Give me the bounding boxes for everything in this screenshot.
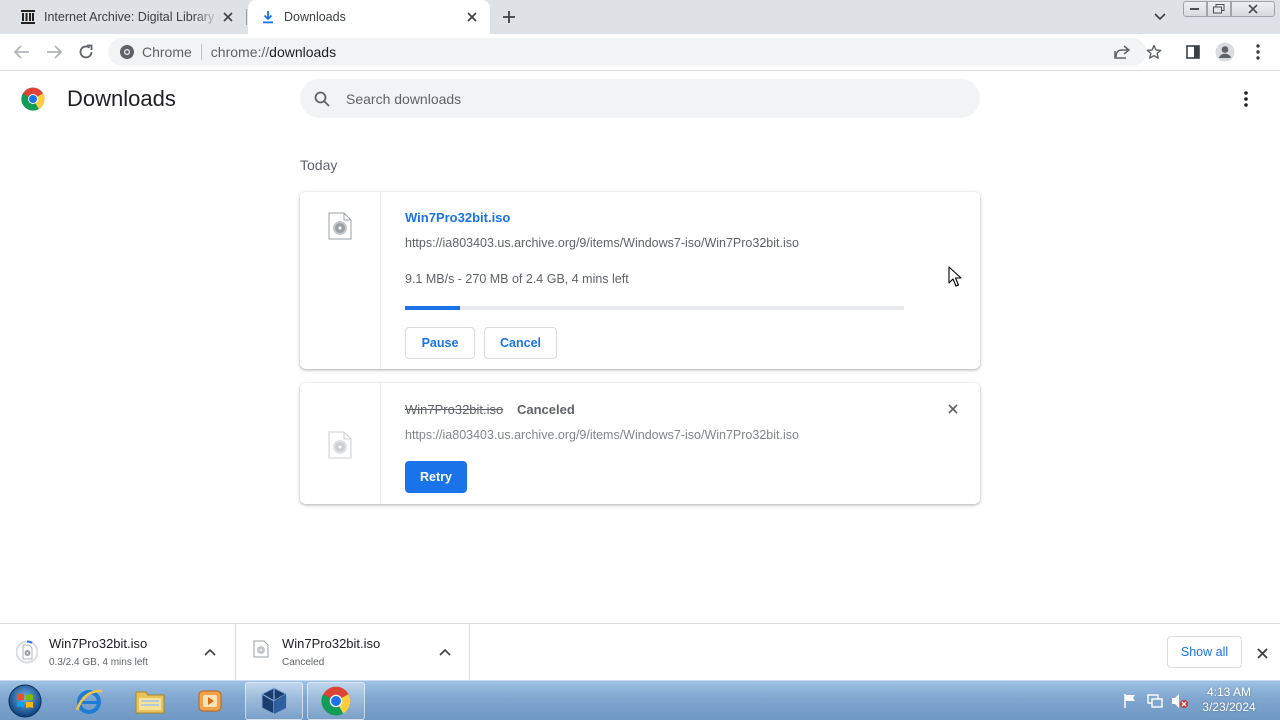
tab-search-chevron-icon[interactable] bbox=[1150, 8, 1170, 26]
download-item-in-progress: Win7Pro32bit.iso https://ia803403.us.arc… bbox=[300, 192, 980, 369]
date-heading: Today bbox=[300, 157, 338, 173]
windows-start-button-icon[interactable] bbox=[6, 683, 44, 719]
close-shelf-icon[interactable] bbox=[1253, 644, 1271, 662]
chevron-up-icon[interactable] bbox=[202, 644, 218, 660]
profile-avatar-icon[interactable] bbox=[1213, 40, 1237, 64]
address-bar[interactable]: Chrome chrome://downloads bbox=[108, 38, 1162, 66]
chrome-logo-icon bbox=[21, 87, 45, 111]
clock-time: 4:13 AM bbox=[1206, 685, 1252, 699]
search-icon bbox=[312, 89, 332, 109]
page-title: Downloads bbox=[67, 86, 176, 111]
reload-icon[interactable] bbox=[74, 40, 98, 64]
new-tab-plus-icon[interactable] bbox=[498, 6, 520, 28]
clock-date: 3/23/2024 bbox=[1202, 700, 1256, 714]
close-tab-icon[interactable] bbox=[220, 9, 236, 25]
shelf-item-status: 0.3/2.4 GB, 4 mins left bbox=[49, 657, 148, 668]
chrome-page-info-icon[interactable] bbox=[118, 43, 136, 61]
tab-internet-archive[interactable]: Internet Archive: Digital Library of Fre… bbox=[8, 0, 246, 34]
download-icon bbox=[260, 9, 276, 25]
back-arrow-icon[interactable] bbox=[10, 40, 34, 64]
browser-menu-kebab-icon[interactable] bbox=[1246, 40, 1270, 64]
archive-icon bbox=[20, 9, 36, 25]
download-source-url[interactable]: https://ia803403.us.archive.org/9/items/… bbox=[405, 428, 799, 442]
disc-file-icon bbox=[328, 431, 352, 459]
disc-file-icon bbox=[253, 640, 275, 664]
disc-file-icon bbox=[15, 640, 39, 664]
tab-title: Downloads bbox=[284, 10, 346, 24]
download-progress-status: 9.1 MB/s - 270 MB of 2.4 GB, 4 mins left bbox=[405, 272, 629, 286]
maximize-window-button[interactable] bbox=[1207, 1, 1231, 17]
shelf-item-canceled[interactable]: Win7Pro32bit.iso Canceled bbox=[236, 624, 470, 681]
internet-explorer-taskbar-icon[interactable] bbox=[60, 682, 118, 720]
volume-muted-icon[interactable] bbox=[1171, 692, 1189, 710]
file-icon-column bbox=[300, 383, 381, 504]
close-window-button[interactable] bbox=[1231, 1, 1275, 17]
download-filename-link[interactable]: Win7Pro32bit.iso bbox=[405, 210, 510, 225]
download-progress-fill bbox=[405, 306, 460, 310]
download-item-canceled: Win7Pro32bit.iso Canceled https://ia8034… bbox=[300, 383, 980, 504]
pause-button[interactable]: Pause bbox=[405, 327, 475, 359]
tab-title: Internet Archive: Digital Library of Fre… bbox=[44, 10, 220, 24]
network-icon[interactable] bbox=[1146, 692, 1164, 710]
windows-explorer-taskbar-icon[interactable] bbox=[121, 682, 179, 720]
shelf-item-filename: Win7Pro32bit.iso bbox=[49, 636, 148, 651]
download-filename: Win7Pro32bit.iso bbox=[405, 402, 504, 417]
canceled-status-tag: Canceled bbox=[517, 402, 575, 417]
browser-toolbar: Chrome chrome://downloads bbox=[0, 34, 1280, 71]
forward-arrow-icon[interactable] bbox=[42, 40, 66, 64]
search-downloads-field[interactable] bbox=[300, 79, 980, 118]
share-icon[interactable] bbox=[1112, 42, 1132, 62]
media-player-taskbar-icon[interactable] bbox=[181, 682, 239, 720]
mouse-pointer-icon bbox=[948, 266, 962, 288]
download-progress-bar bbox=[405, 306, 904, 310]
page-menu-kebab-icon[interactable] bbox=[1236, 88, 1256, 110]
omnibox-url: chrome://downloads bbox=[211, 44, 336, 60]
shelf-item-filename: Win7Pro32bit.iso bbox=[282, 636, 381, 651]
action-center-flag-icon[interactable] bbox=[1121, 692, 1139, 710]
download-shelf: Win7Pro32bit.iso 0.3/2.4 GB, 4 mins left… bbox=[0, 623, 1280, 681]
disc-file-icon bbox=[328, 212, 352, 240]
omnibox-scheme-label: Chrome bbox=[142, 44, 192, 60]
bookmark-star-icon[interactable] bbox=[1144, 42, 1164, 62]
virtualbox-taskbar-icon[interactable] bbox=[245, 682, 303, 720]
tab-downloads[interactable]: Downloads bbox=[248, 0, 490, 34]
minimize-window-button[interactable] bbox=[1183, 1, 1207, 17]
remove-from-list-close-icon[interactable] bbox=[945, 401, 961, 417]
chrome-taskbar-icon[interactable] bbox=[307, 682, 365, 720]
tab-separator bbox=[246, 9, 247, 25]
download-source-url[interactable]: https://ia803403.us.archive.org/9/items/… bbox=[405, 236, 799, 250]
file-icon-column bbox=[300, 192, 381, 369]
omnibox-separator bbox=[200, 44, 202, 60]
retry-button[interactable]: Retry bbox=[405, 461, 467, 493]
system-clock[interactable]: 4:13 AM 3/23/2024 bbox=[1190, 685, 1268, 715]
show-all-button[interactable]: Show all bbox=[1167, 636, 1242, 668]
windows-taskbar: 4:13 AM 3/23/2024 bbox=[0, 680, 1280, 720]
url-prefix: chrome:// bbox=[210, 44, 270, 60]
tab-strip: Internet Archive: Digital Library of Fre… bbox=[0, 0, 1280, 34]
search-input[interactable] bbox=[346, 90, 946, 107]
shelf-item-status: Canceled bbox=[282, 657, 325, 668]
chevron-up-icon[interactable] bbox=[437, 644, 453, 660]
cancel-button[interactable]: Cancel bbox=[484, 327, 557, 359]
url-host: downloads bbox=[269, 44, 337, 60]
shelf-item-in-progress[interactable]: Win7Pro32bit.iso 0.3/2.4 GB, 4 mins left bbox=[0, 624, 236, 681]
close-tab-icon[interactable] bbox=[464, 9, 480, 25]
side-panel-icon[interactable] bbox=[1181, 40, 1205, 64]
